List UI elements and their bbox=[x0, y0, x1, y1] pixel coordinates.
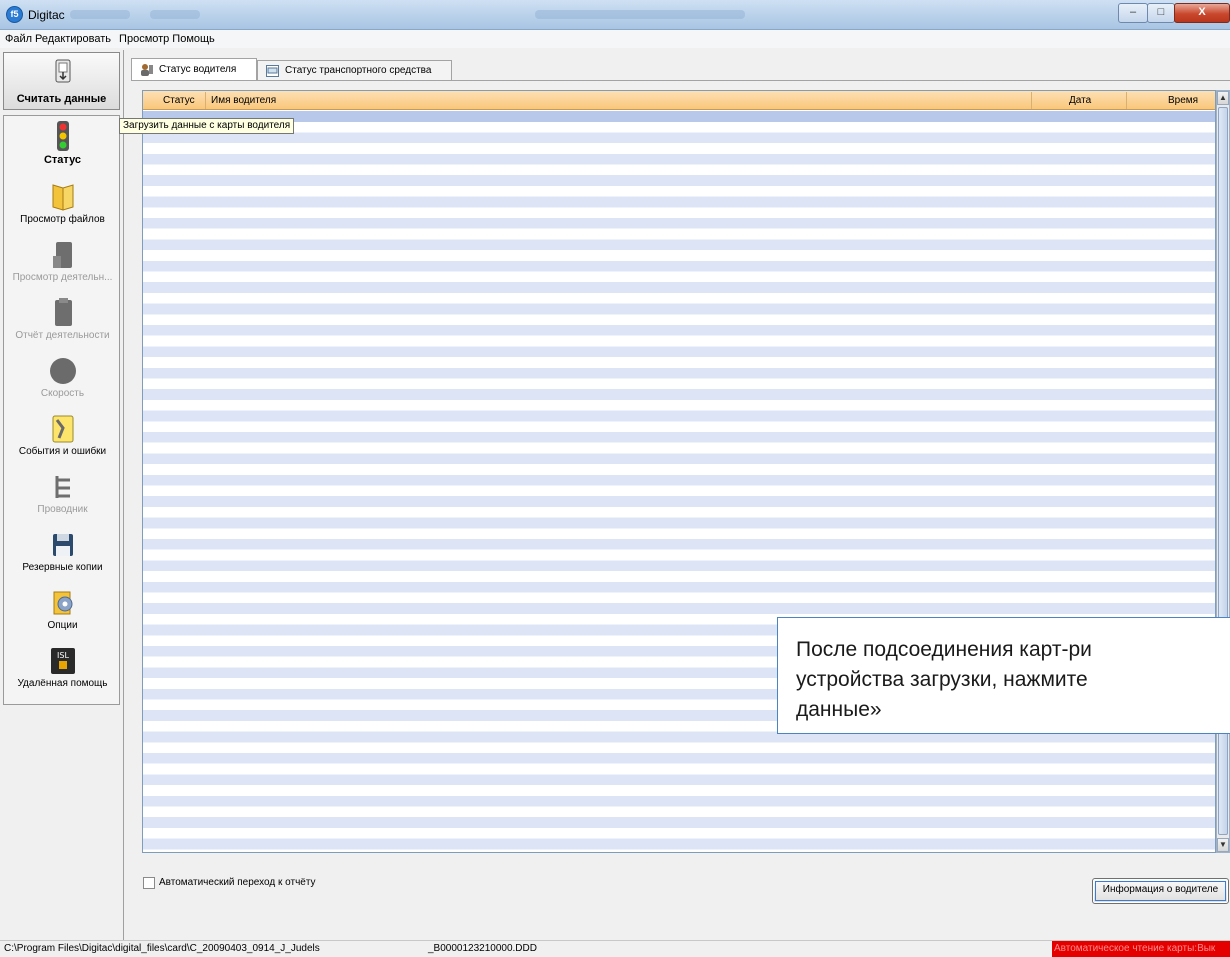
svg-text:ISL: ISL bbox=[57, 651, 69, 660]
callout-line: данные» bbox=[796, 698, 882, 721]
sidebar-item-label: Опции bbox=[47, 620, 78, 631]
tab-label: Статус транспортного средства bbox=[285, 65, 432, 76]
status-bar: C:\Program Files\Digitac\digital_files\c… bbox=[0, 940, 1230, 957]
menu-bar: Файл Редактировать Просмотр Помощь bbox=[0, 30, 1230, 48]
sidebar-nav: Статус Просмотр файлов Просмотр деятельн… bbox=[3, 115, 120, 705]
table-header: Статус Имя водителя Дата Время bbox=[143, 91, 1215, 110]
sidebar-item-label: Проводник bbox=[37, 504, 88, 515]
title-bar: f5 Digitac – □ X bbox=[0, 0, 1230, 30]
sidebar-item-explorer[interactable]: Проводник bbox=[4, 472, 121, 515]
callout-line: После подсоединения карт-ри bbox=[796, 638, 1092, 661]
sidebar-item-options[interactable]: Опции bbox=[4, 588, 121, 631]
tab-vehicle-status[interactable]: Статус транспортного средства bbox=[257, 60, 452, 81]
sidebar-item-activity-view[interactable]: Просмотр деятельн... bbox=[4, 240, 121, 283]
driver-icon bbox=[141, 64, 153, 76]
card-icon bbox=[52, 242, 72, 268]
maximize-button[interactable]: □ bbox=[1147, 3, 1175, 23]
tree-icon bbox=[55, 476, 70, 498]
checkbox-box[interactable] bbox=[143, 877, 155, 889]
column-separator bbox=[1126, 92, 1127, 109]
checkbox-label: Автоматический переход к отчёту bbox=[159, 877, 316, 888]
options-icon bbox=[53, 591, 72, 615]
close-button[interactable]: X bbox=[1174, 3, 1230, 23]
sidebar-item-label: Просмотр файлов bbox=[20, 214, 105, 225]
speed-icon bbox=[49, 358, 76, 384]
folder-icon bbox=[52, 184, 73, 211]
menu-file[interactable]: Файл bbox=[0, 30, 35, 45]
wrench-icon bbox=[52, 415, 73, 443]
sidebar-item-file-browser[interactable]: Просмотр файлов bbox=[4, 182, 121, 225]
column-date[interactable]: Дата bbox=[1069, 95, 1091, 106]
vertical-scrollbar[interactable]: ▲ ▼ bbox=[1216, 90, 1230, 853]
blurred-window-title bbox=[535, 10, 745, 19]
tab-driver-status[interactable]: Статус водителя bbox=[131, 58, 257, 81]
status-file: _B0000123210000.DDD bbox=[428, 943, 537, 954]
sidebar: Считать данные Статус Просмотр файлов Пр… bbox=[0, 50, 124, 940]
status-path: C:\Program Files\Digitac\digital_files\c… bbox=[4, 943, 320, 954]
auto-read-status: Автоматическое чтение карты:Вык bbox=[1052, 941, 1230, 957]
sidebar-item-events-errors[interactable]: События и ошибки bbox=[4, 414, 121, 457]
callout-text: После подсоединения карт-ри устройства з… bbox=[796, 635, 1092, 725]
column-separator bbox=[1031, 92, 1032, 109]
callout-line: устройства загрузки, нажмите bbox=[796, 668, 1088, 691]
sidebar-item-label: События и ошибки bbox=[18, 446, 107, 457]
sidebar-item-label: Удалённая помощь bbox=[17, 678, 108, 689]
sidebar-item-label: Резервные копии bbox=[22, 562, 103, 573]
blurred-taskbar-text bbox=[150, 10, 200, 19]
floppy-icon bbox=[52, 534, 73, 556]
column-separator bbox=[205, 92, 206, 109]
column-driver-name[interactable]: Имя водителя bbox=[211, 95, 276, 106]
app-icon: f5 bbox=[6, 6, 23, 23]
column-status[interactable]: Статус bbox=[163, 95, 195, 106]
menu-edit[interactable]: Редактировать bbox=[35, 30, 114, 45]
instruction-callout: После подсоединения карт-ри устройства з… bbox=[777, 617, 1230, 734]
sidebar-item-remote-help[interactable]: ISL Удалённая помощь bbox=[4, 646, 121, 689]
isl-icon: ISL bbox=[50, 648, 75, 674]
sidebar-item-label: Отчёт деятельности bbox=[15, 330, 110, 341]
tooltip: Загрузить данные с карты водителя bbox=[119, 118, 295, 134]
window-title: Digitac bbox=[28, 8, 65, 22]
driver-status-table: Статус Имя водителя Дата Время bbox=[142, 90, 1216, 853]
blurred-taskbar-text bbox=[70, 10, 130, 19]
read-data-button[interactable]: Считать данные bbox=[3, 52, 120, 110]
driver-info-button[interactable]: Информация о водителе bbox=[1092, 878, 1229, 904]
sidebar-item-activity-report[interactable]: Отчёт деятельности bbox=[4, 298, 121, 341]
card-reader-icon bbox=[55, 59, 71, 83]
scroll-down-arrow-icon[interactable]: ▼ bbox=[1217, 838, 1229, 852]
sidebar-item-backups[interactable]: Резервные копии bbox=[4, 530, 121, 573]
traffic-light-icon bbox=[56, 121, 69, 151]
read-data-label: Считать данные bbox=[16, 93, 107, 105]
column-time[interactable]: Время bbox=[1168, 95, 1198, 106]
tachograph-icon bbox=[266, 65, 279, 77]
sidebar-item-speed[interactable]: Скорость bbox=[4, 356, 121, 399]
selected-row[interactable] bbox=[143, 111, 1215, 122]
menu-help[interactable]: Помощь bbox=[172, 30, 218, 45]
sidebar-item-label: Скорость bbox=[40, 388, 85, 399]
sidebar-item-label: Просмотр деятельн... bbox=[12, 272, 113, 283]
report-icon bbox=[54, 298, 72, 326]
table-rows[interactable] bbox=[143, 111, 1215, 852]
sidebar-item-status[interactable]: Статус bbox=[4, 120, 121, 166]
tab-label: Статус водителя bbox=[159, 64, 237, 75]
minimize-button[interactable]: – bbox=[1118, 3, 1148, 23]
sidebar-item-label: Статус bbox=[43, 154, 82, 166]
scroll-up-arrow-icon[interactable]: ▲ bbox=[1217, 91, 1229, 105]
menu-view[interactable]: Просмотр bbox=[114, 30, 172, 45]
